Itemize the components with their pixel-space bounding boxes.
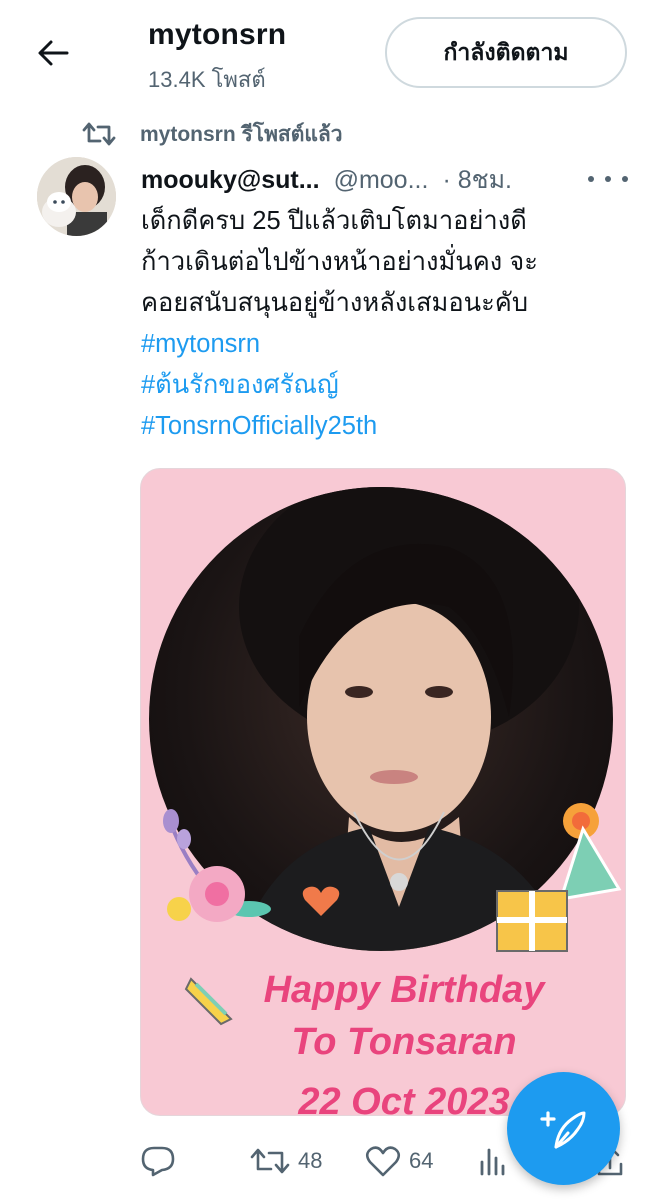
author-name[interactable]: moouky@sut...: [141, 166, 320, 195]
avatar[interactable]: [37, 157, 116, 236]
author-handle[interactable]: @moo...: [334, 166, 429, 195]
reply-button[interactable]: [140, 1137, 184, 1185]
gift-decoration: [496, 803, 622, 952]
heart-decoration: [302, 886, 340, 916]
post-count: 13.4K โพสต์: [148, 67, 266, 92]
tweet-text-line: คอยสนับสนุนอยู่ข้างหลังเสมอนะคับ: [141, 289, 529, 317]
hashtag-link[interactable]: #ต้นรักของศรัณญ์: [141, 365, 641, 406]
flower-decoration: [163, 809, 271, 922]
tweet-text-line: ก้าวเดินต่อไปข้างหน้าอย่างมั่นคง จะ: [141, 248, 538, 276]
profile-name: mytonsrn: [148, 18, 287, 51]
following-button[interactable]: กำลังติดตาม: [385, 17, 627, 88]
retweet-count: 48: [298, 1148, 323, 1173]
like-icon: [365, 1146, 401, 1177]
retweeted-by-label: mytonsrn รีโพสต์แล้ว: [140, 122, 343, 146]
retweet-icon: [82, 122, 116, 146]
tweet-header: moouky@sut... @moo... · 8ชม.: [141, 160, 641, 200]
profile-header: mytonsrn 13.4K โพสต์ กำลังติดตาม: [0, 0, 661, 105]
views-icon: [480, 1148, 505, 1176]
retweeted-by: mytonsrn รีโพสต์แล้ว: [82, 116, 343, 152]
hashtag-link[interactable]: #TonsrnOfficially25th: [141, 406, 641, 447]
avatar-image: [37, 157, 116, 236]
tweet-text-line: เด็กดีครบ 25 ปีแล้วเติบโตมาอย่างดี: [141, 207, 527, 235]
compose-icon: [539, 1110, 585, 1148]
tweet-text: เด็กดีครบ 25 ปีแล้วเติบโตมาอย่างดี ก้าวเ…: [141, 201, 641, 447]
birthday-title: Happy Birthday: [263, 969, 545, 1011]
like-button[interactable]: 64: [365, 1137, 433, 1185]
birthday-subtitle: To Tonsaran: [291, 1021, 517, 1063]
retweet-icon: [250, 1148, 290, 1174]
tweet-time[interactable]: · 8ชม.: [442, 160, 512, 200]
like-count: 64: [409, 1148, 434, 1173]
compose-button[interactable]: [507, 1072, 620, 1185]
back-button[interactable]: [30, 30, 76, 76]
reply-icon: [141, 1146, 175, 1177]
more-icon[interactable]: [588, 164, 628, 194]
tweet-media[interactable]: Happy Birthday To Tonsaran 22 Oct 2023: [140, 468, 626, 1116]
back-arrow-icon: [38, 40, 69, 66]
retweet-button[interactable]: 48: [250, 1137, 322, 1185]
hashtag-link[interactable]: #mytonsrn: [141, 324, 641, 365]
